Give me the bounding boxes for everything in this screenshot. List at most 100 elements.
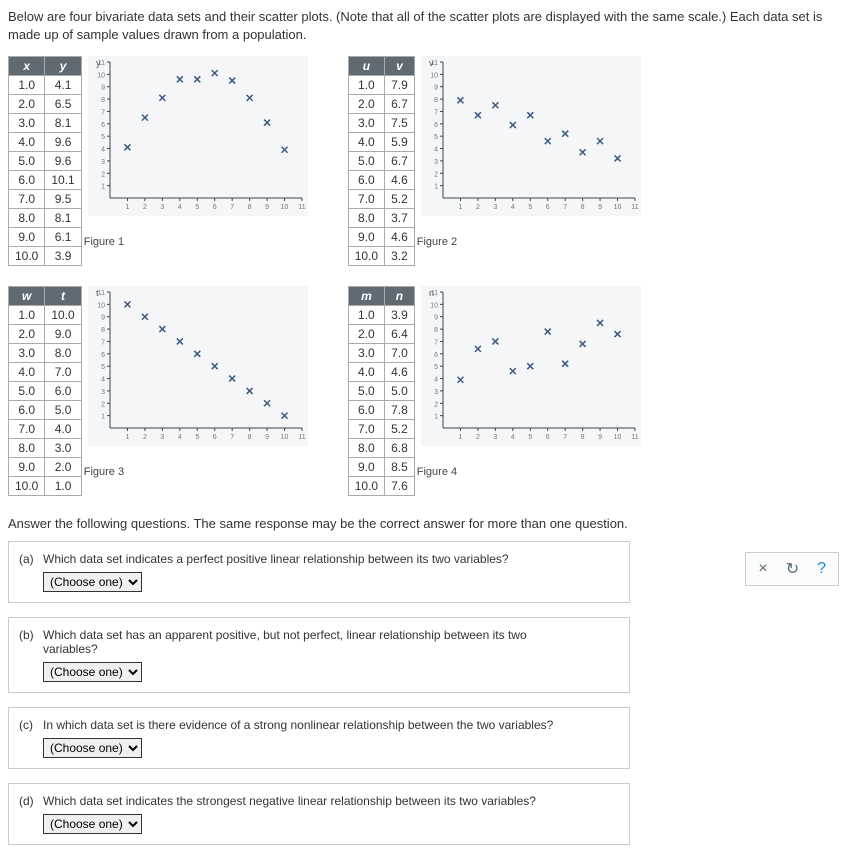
- svg-text:8: 8: [247, 434, 251, 441]
- svg-text:9: 9: [101, 85, 105, 92]
- figure-caption: Figure 3: [84, 466, 308, 478]
- data-point: [159, 326, 165, 332]
- svg-text:8: 8: [247, 204, 251, 211]
- svg-text:n: n: [429, 288, 434, 298]
- table-row: 2.06.5: [9, 95, 82, 114]
- svg-text:8: 8: [101, 97, 105, 104]
- table-row: 10.03.2: [348, 247, 414, 266]
- table-row: 6.07.8: [348, 401, 414, 420]
- table-row: 5.05.0: [348, 382, 414, 401]
- table-row: 3.07.0: [348, 344, 414, 363]
- svg-text:4: 4: [101, 147, 105, 154]
- svg-text:1: 1: [458, 434, 462, 441]
- svg-text:6: 6: [546, 204, 550, 211]
- data-point: [159, 95, 165, 101]
- svg-text:10: 10: [97, 303, 105, 310]
- svg-text:10: 10: [613, 434, 621, 441]
- data-table: uv1.07.92.06.73.07.54.05.95.06.76.04.67.…: [348, 56, 415, 266]
- data-point: [229, 78, 235, 84]
- svg-text:11: 11: [298, 204, 305, 211]
- question-text: Which data set indicates a perfect posit…: [43, 552, 583, 566]
- svg-text:2: 2: [434, 402, 438, 409]
- svg-text:7: 7: [434, 340, 438, 347]
- answer-select[interactable]: (Choose one): [43, 572, 142, 592]
- svg-text:10: 10: [280, 204, 288, 211]
- question-text: Which data set has an apparent positive,…: [43, 628, 583, 656]
- panel-1: xy1.04.12.06.53.08.14.09.65.09.66.010.17…: [8, 56, 308, 266]
- data-point: [579, 150, 585, 156]
- svg-text:2: 2: [476, 434, 480, 441]
- svg-text:4: 4: [178, 204, 182, 211]
- table-row: 4.05.9: [348, 133, 414, 152]
- data-point: [124, 302, 130, 308]
- svg-text:2: 2: [476, 204, 480, 211]
- scatter-plot: 11223344556677889910101111t: [88, 286, 308, 446]
- svg-text:7: 7: [434, 110, 438, 117]
- svg-text:11: 11: [631, 434, 638, 441]
- table-row: 7.04.0: [9, 420, 82, 439]
- table-row: 1.07.9: [348, 76, 414, 95]
- svg-text:6: 6: [546, 434, 550, 441]
- svg-text:7: 7: [101, 340, 105, 347]
- answer-select[interactable]: (Choose one): [43, 738, 142, 758]
- svg-text:1: 1: [434, 414, 438, 421]
- figure-caption: Figure 4: [417, 466, 641, 478]
- question-text: In which data set is there evidence of a…: [43, 718, 583, 732]
- table-row: 2.06.4: [348, 325, 414, 344]
- refresh-icon[interactable]: ↻: [786, 559, 799, 579]
- table-row: 1.04.1: [9, 76, 82, 95]
- data-point: [510, 369, 516, 375]
- svg-text:9: 9: [434, 85, 438, 92]
- toolbar: × ↻?: [745, 552, 839, 586]
- data-point: [264, 120, 270, 126]
- table-row: 10.07.6: [348, 477, 414, 496]
- data-point: [194, 77, 200, 83]
- svg-text:9: 9: [265, 434, 269, 441]
- close-icon[interactable]: ×: [758, 560, 767, 578]
- svg-text:5: 5: [434, 135, 438, 142]
- table-row: 4.07.0: [9, 363, 82, 382]
- svg-text:5: 5: [195, 204, 199, 211]
- data-point: [562, 131, 568, 137]
- svg-text:8: 8: [101, 327, 105, 334]
- table-row: 1.010.0: [9, 306, 82, 325]
- question-box: (b)Which data set has an apparent positi…: [8, 617, 630, 693]
- panel-3: wt1.010.02.09.03.08.04.07.05.06.06.05.07…: [8, 286, 308, 496]
- svg-text:8: 8: [580, 204, 584, 211]
- table-row: 7.05.2: [348, 190, 414, 209]
- table-row: 10.01.0: [9, 477, 82, 496]
- data-point: [246, 388, 252, 394]
- table-row: 5.06.0: [9, 382, 82, 401]
- table-row: 9.04.6: [348, 228, 414, 247]
- answer-select[interactable]: (Choose one): [43, 662, 142, 682]
- svg-text:3: 3: [160, 434, 164, 441]
- figure-caption: Figure 2: [417, 236, 641, 248]
- data-point: [562, 361, 568, 367]
- answer-select[interactable]: (Choose one): [43, 814, 142, 834]
- data-point: [246, 95, 252, 101]
- svg-text:9: 9: [265, 204, 269, 211]
- data-point: [281, 413, 287, 419]
- help-icon[interactable]: ?: [817, 560, 826, 578]
- data-point: [492, 339, 498, 345]
- data-point: [579, 341, 585, 347]
- col-header: u: [348, 57, 384, 76]
- data-point: [229, 376, 235, 382]
- table-row: 8.03.7: [348, 209, 414, 228]
- col-header: v: [385, 57, 415, 76]
- svg-text:11: 11: [298, 434, 305, 441]
- svg-text:5: 5: [528, 204, 532, 211]
- svg-text:2: 2: [434, 172, 438, 179]
- svg-text:1: 1: [458, 204, 462, 211]
- table-row: 6.05.0: [9, 401, 82, 420]
- svg-text:4: 4: [511, 204, 515, 211]
- question-text: Which data set indicates the strongest n…: [43, 794, 583, 808]
- questions-intro: Answer the following questions. The same…: [8, 516, 838, 531]
- col-header: m: [348, 287, 384, 306]
- table-row: 5.06.7: [348, 152, 414, 171]
- table-row: 3.08.1: [9, 114, 82, 133]
- table-row: 8.06.8: [348, 439, 414, 458]
- table-row: 8.03.0: [9, 439, 82, 458]
- svg-text:6: 6: [101, 352, 105, 359]
- svg-text:8: 8: [580, 434, 584, 441]
